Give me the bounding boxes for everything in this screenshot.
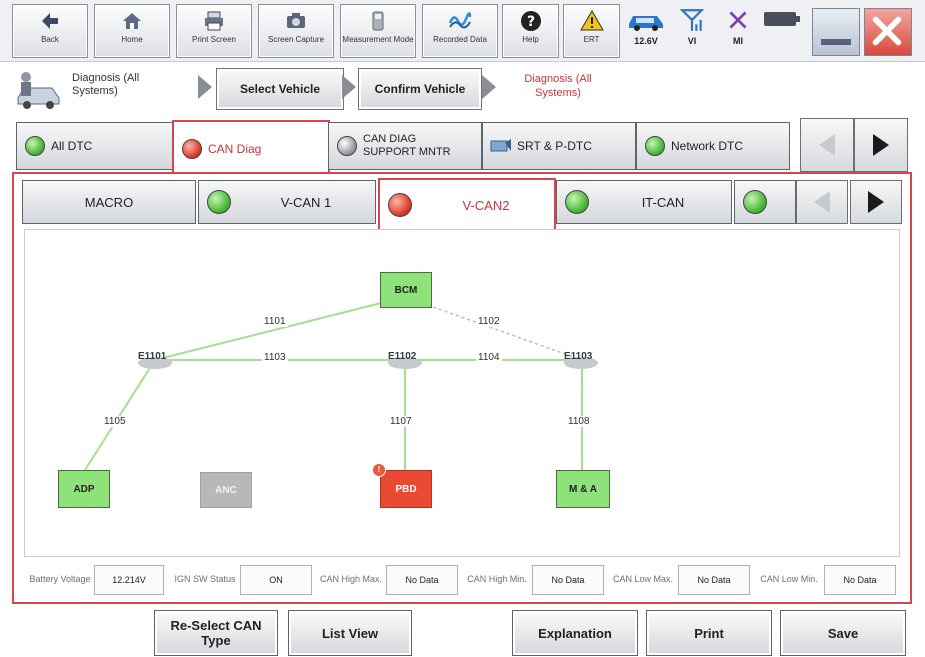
reselect-can-type-button[interactable]: Re-Select CAN Type: [154, 610, 278, 656]
node-pbd[interactable]: PBD: [380, 470, 432, 508]
can-high-max-label: CAN High Max.: [319, 573, 382, 584]
link-1101: [154, 296, 406, 361]
can-low-min-label: CAN Low Min.: [760, 573, 818, 584]
node-adp[interactable]: ADP: [58, 470, 110, 508]
can-low-max-value: No Data: [678, 565, 750, 595]
node-bcm[interactable]: BCM: [380, 272, 432, 308]
can-low-max-label: CAN Low Max.: [612, 573, 674, 584]
link-1105: [84, 359, 156, 471]
save-button[interactable]: Save: [780, 610, 906, 656]
junction-e1101: E1101: [138, 351, 172, 369]
link-label-1108: 1108: [566, 416, 592, 427]
network-links: [84, 296, 583, 471]
battery-voltage-label: Battery Voltage: [29, 573, 91, 584]
can-low-min-value: No Data: [824, 565, 896, 595]
can-high-min-value: No Data: [532, 565, 604, 595]
junction-e1102: E1102: [388, 351, 422, 369]
explanation-button[interactable]: Explanation: [512, 610, 638, 656]
link-label-1107: 1107: [388, 416, 414, 427]
ign-sw-status-label: IGN SW Status: [174, 573, 236, 584]
ign-sw-status-value: ON: [240, 565, 312, 595]
battery-voltage-value: 12.214V: [94, 565, 164, 595]
junction-e1103: E1103: [564, 351, 598, 369]
print-button[interactable]: Print: [646, 610, 772, 656]
link-label-1103: 1103: [262, 352, 288, 363]
can-high-max-value: No Data: [386, 565, 458, 595]
link-label-1104: 1104: [476, 352, 502, 363]
link-label-1105: 1105: [102, 416, 128, 427]
can-high-min-label: CAN High Min.: [467, 573, 527, 584]
alert-icon: !: [372, 463, 386, 477]
node-m-and-a[interactable]: M & A: [556, 470, 610, 508]
node-anc[interactable]: ANC: [200, 472, 252, 508]
link-label-1102: 1102: [476, 316, 502, 327]
list-view-button[interactable]: List View: [288, 610, 412, 656]
link-label-1101: 1101: [262, 316, 288, 327]
